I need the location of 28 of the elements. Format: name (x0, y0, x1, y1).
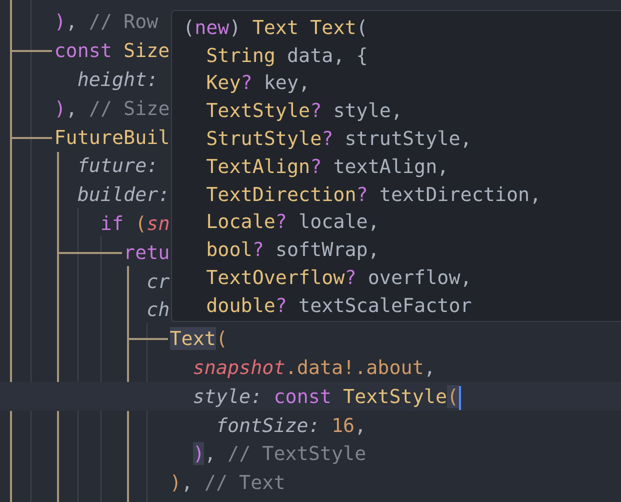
signature-line: Locale? locale, (206, 209, 380, 236)
code-line: ch (146, 297, 170, 324)
signature-line: String data, { (206, 42, 368, 69)
signature-line: TextDirection? textDirection, (206, 182, 542, 208)
signature-line: bool? softWrap, (206, 237, 380, 264)
signature-line: (new) Text Text( (183, 14, 368, 41)
code-line: const Size (54, 38, 170, 64)
code-line: ), // Size (54, 96, 170, 122)
signature-line: TextOverflow? overflow, (206, 265, 472, 292)
code-line: height: (77, 66, 158, 93)
code-line: future: (77, 153, 158, 180)
code-line: FutureBuil (54, 124, 170, 151)
code-line: style: const TextStyle( (192, 384, 461, 410)
signature-line: double? textScaleFactor (206, 292, 472, 319)
signature-line: TextStyle? style, (206, 98, 403, 124)
code-line: fontSize: 16, (216, 412, 366, 439)
code-line: if (sn (100, 210, 170, 237)
code-line: builder: (77, 182, 170, 208)
code-editor[interactable] (0, 0, 621, 502)
code-line: retu (124, 240, 170, 266)
code-line: ), // Text (170, 470, 286, 496)
code-line: ), // Row (54, 9, 158, 36)
code-line: ), // TextStyle (192, 441, 366, 468)
signature-line: StrutStyle? strutStyle, (206, 126, 472, 152)
code-line: cr (146, 268, 170, 295)
code-line: snapshot.data!.about, (192, 354, 436, 381)
signature-line: Key? key, (206, 70, 310, 96)
signature-line: TextAlign? textAlign, (206, 154, 449, 180)
